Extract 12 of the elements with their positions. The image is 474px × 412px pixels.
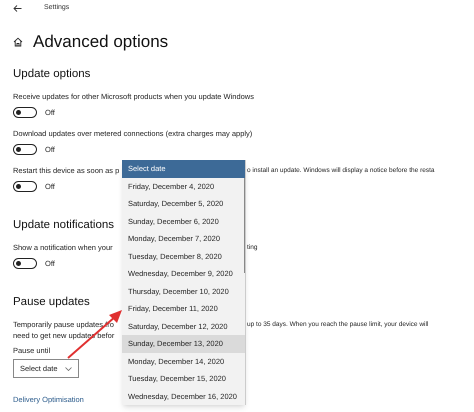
caret-icon (64, 366, 72, 370)
scrollbar[interactable] (244, 178, 245, 273)
toggle-switch[interactable] (13, 107, 37, 118)
toggle-switch[interactable] (13, 181, 37, 192)
back-icon[interactable] (13, 4, 22, 12)
home-icon[interactable] (13, 37, 23, 47)
page-title: Advanced options (33, 33, 168, 51)
section-heading: Pause updates (13, 295, 90, 309)
section-heading: Update notifications (13, 218, 114, 232)
section-heading: Update options (13, 67, 90, 81)
toggle-switch[interactable] (13, 144, 37, 155)
toggle-switch[interactable] (13, 258, 37, 269)
